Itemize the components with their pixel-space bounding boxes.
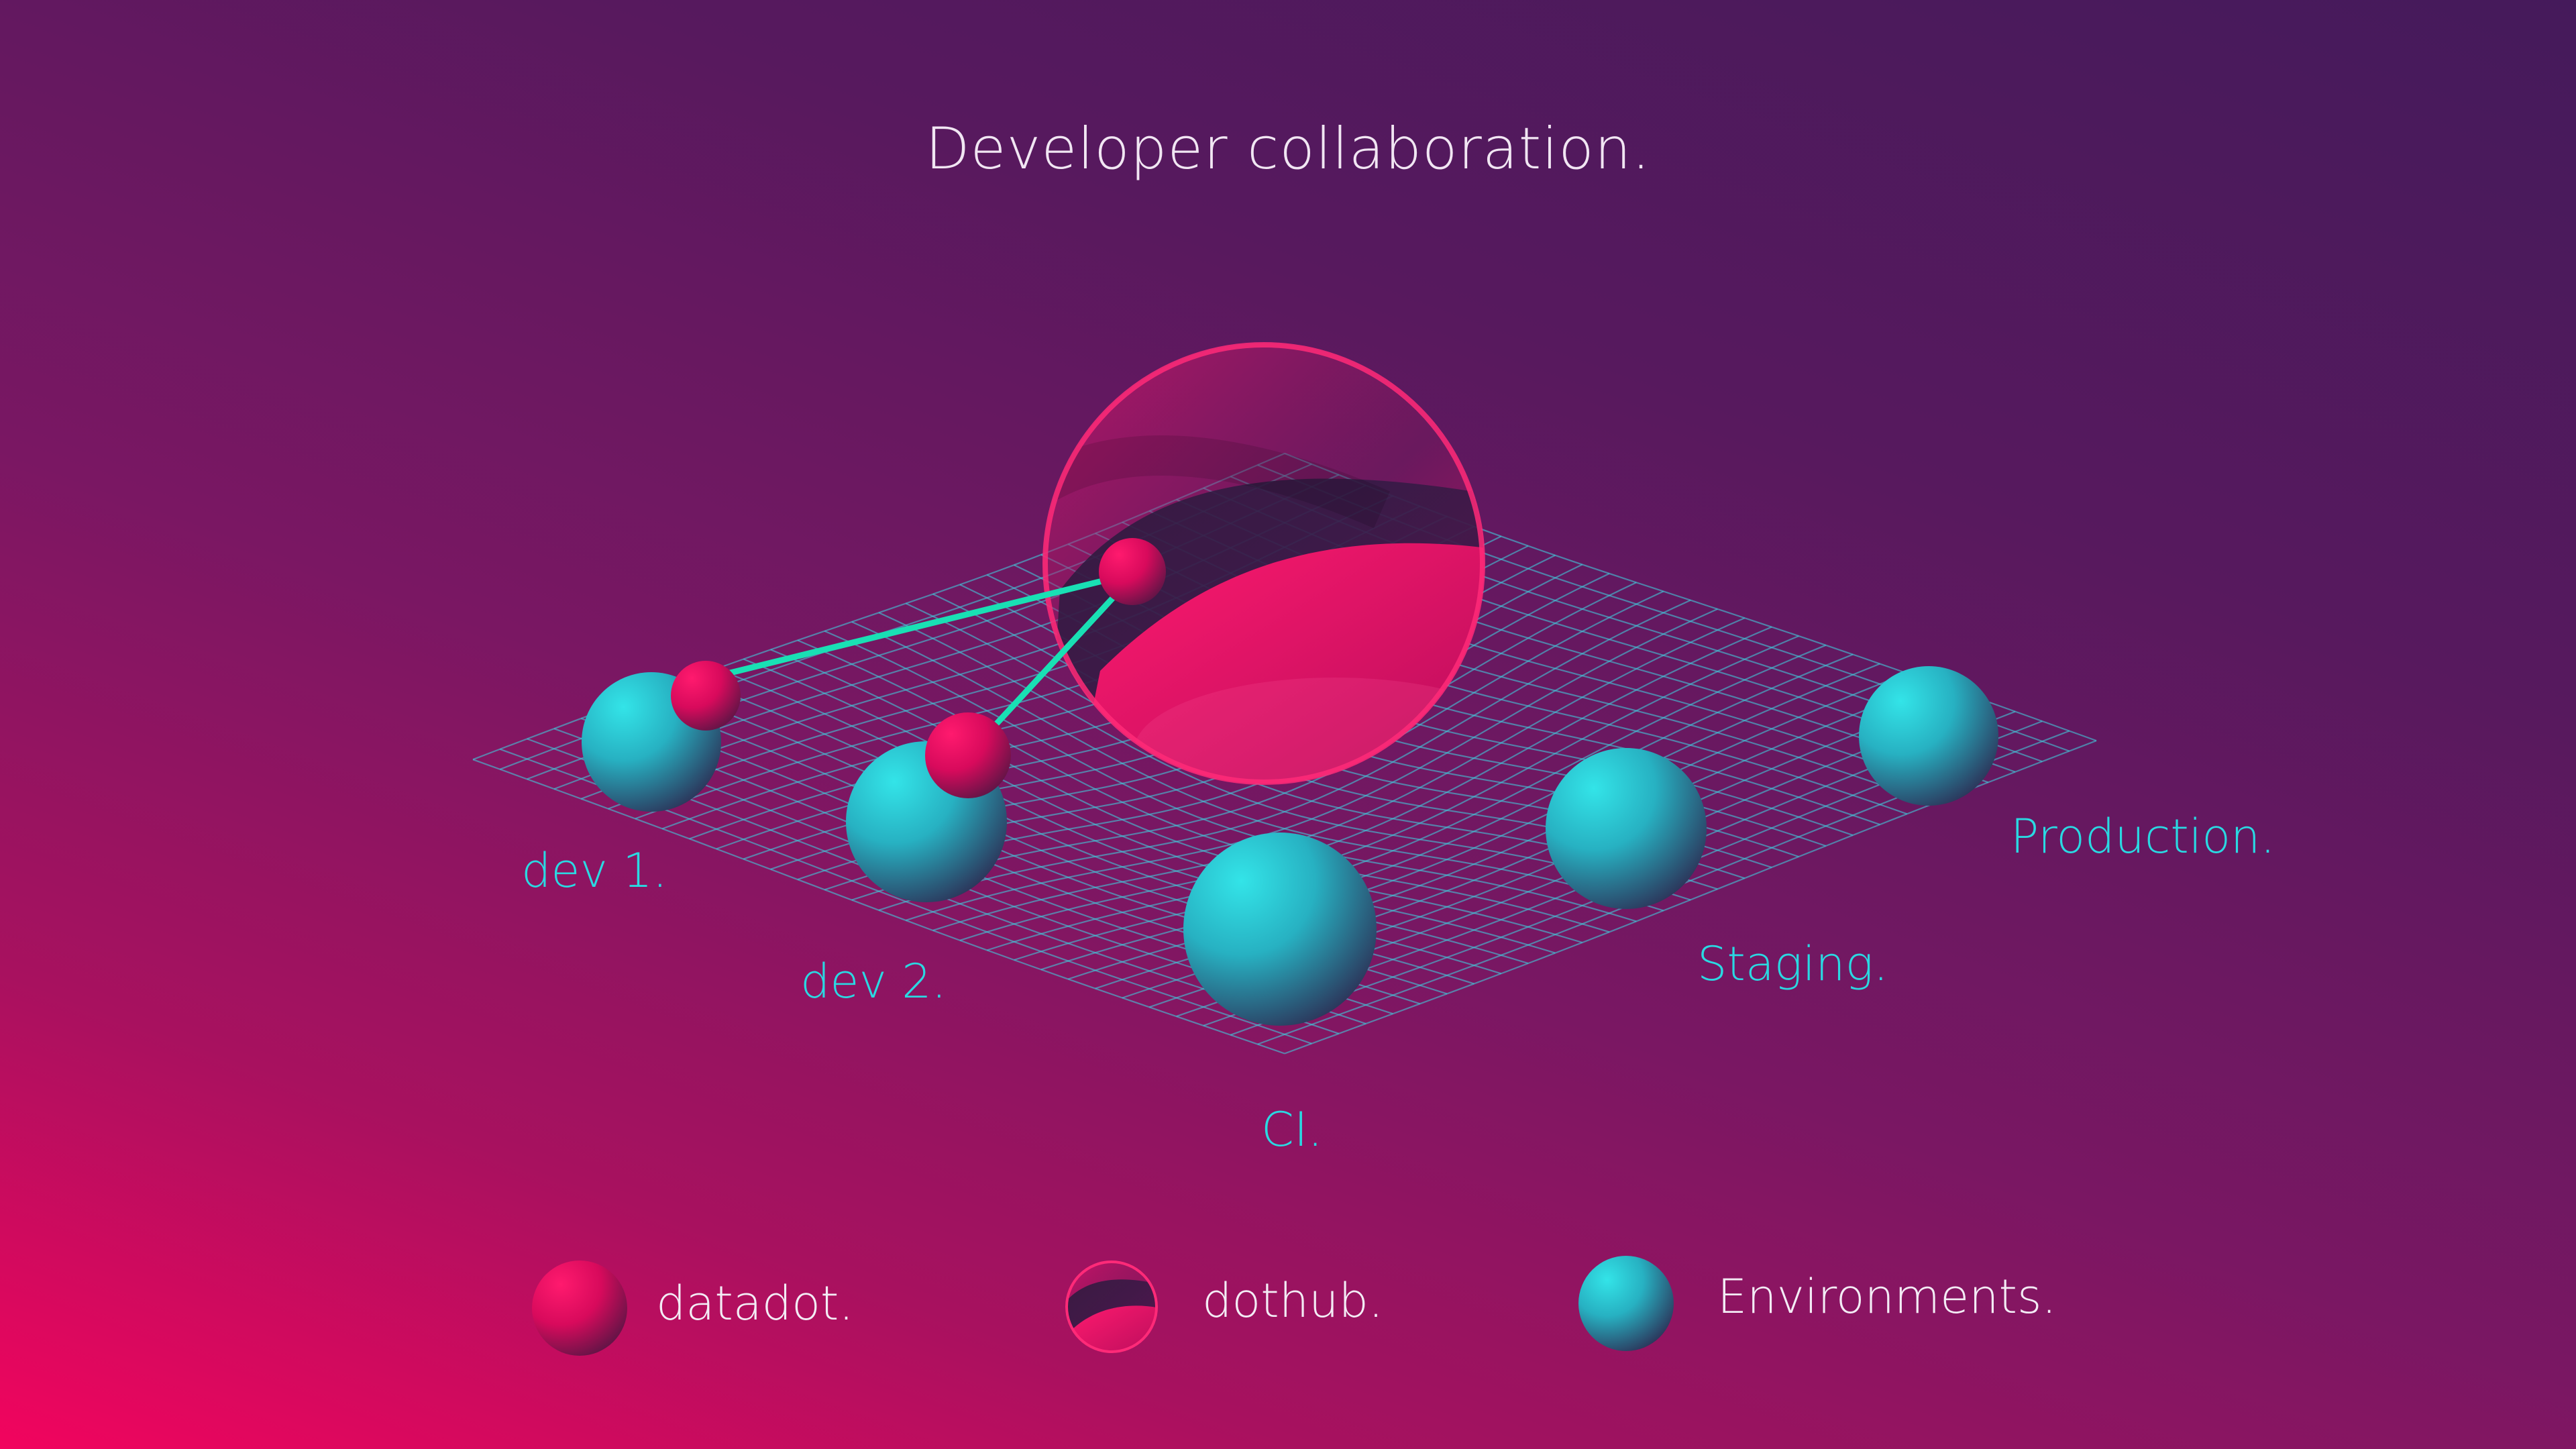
- environment-label-staging: Staging.: [1697, 936, 1888, 991]
- environment-label-dev1: dev 1.: [521, 843, 667, 898]
- hub-datadot: [1099, 538, 1166, 605]
- legend-label-dothub: dothub.: [1202, 1273, 1384, 1328]
- environment-sphere-production: [1859, 666, 1998, 806]
- environment-label-production: Production.: [2010, 809, 2275, 864]
- datadot-dev1: [671, 661, 741, 731]
- legend-label-datadot: datadot.: [656, 1276, 854, 1331]
- datadot-sphere-icon: [532, 1260, 627, 1356]
- diagram-title: Developer collaboration.: [925, 115, 1651, 182]
- environment-label-ci: CI.: [1261, 1102, 1323, 1157]
- dothub-sphere-icon: [1065, 1260, 1158, 1353]
- collaboration-diagram: [472, 342, 2097, 1356]
- legend-label-environments: Environments.: [1717, 1269, 2057, 1324]
- environment-sphere-ci: [1183, 833, 1377, 1026]
- environment-sphere-icon: [1578, 1256, 1674, 1351]
- environment-sphere-staging: [1546, 748, 1707, 909]
- environment-label-dev2: dev 2.: [800, 954, 947, 1009]
- datadot-dev2: [925, 712, 1011, 798]
